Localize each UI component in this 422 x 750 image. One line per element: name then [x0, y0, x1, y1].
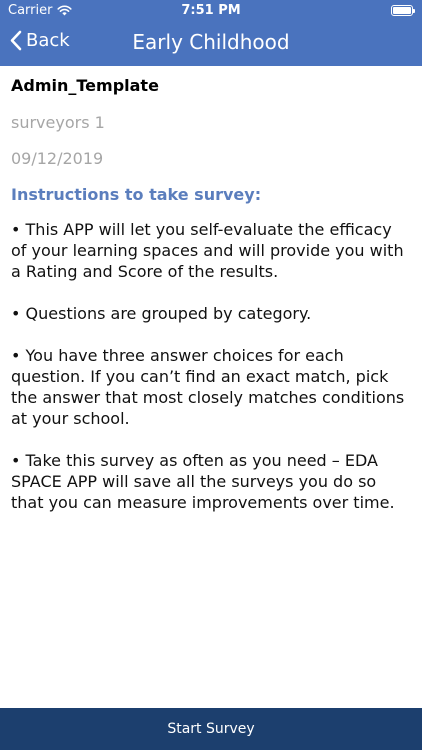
instruction-paragraph: • You have three answer choices for each…	[11, 346, 405, 428]
template-name: Admin_Template	[11, 76, 159, 95]
instruction-paragraph: • Questions are grouped by category.	[11, 304, 312, 323]
navigation-bar: Back Early Childhood	[0, 22, 422, 66]
instruction-paragraph: • Take this survey as often as you need …	[11, 451, 395, 512]
battery-level	[393, 7, 411, 14]
instructions-heading: Instructions to take survey:	[11, 185, 262, 204]
battery-icon	[391, 5, 415, 16]
surveyors-count: surveyors 1	[11, 113, 105, 132]
survey-details: Admin_Template surveyors 1 09/12/2019 In…	[11, 74, 409, 534]
start-survey-button[interactable]: Start Survey	[0, 708, 422, 750]
page-title: Early Childhood	[132, 30, 290, 54]
survey-date: 09/12/2019	[11, 149, 104, 168]
status-bar: Carrier 7:51 PM	[0, 0, 422, 22]
instruction-paragraph: • This APP will let you self-evaluate th…	[11, 220, 404, 281]
header: Carrier 7:51 PM Back Early Childhood	[0, 0, 422, 66]
status-time: 7:51 PM	[181, 3, 241, 18]
